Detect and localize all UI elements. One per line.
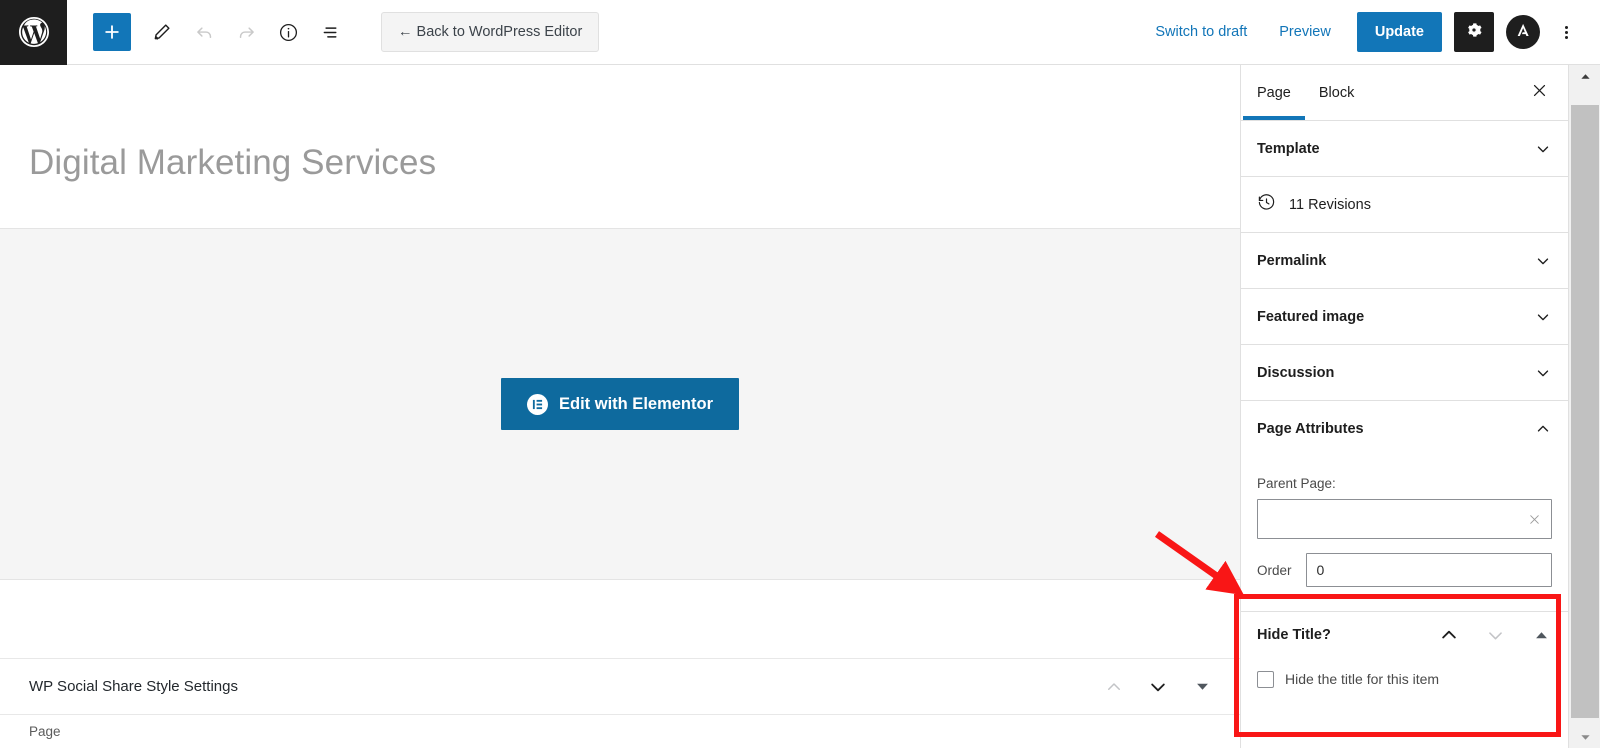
page-scrollbar[interactable] xyxy=(1568,65,1600,748)
hide-title-checkbox-label: Hide the title for this item xyxy=(1285,671,1440,687)
redo-button[interactable] xyxy=(225,11,267,53)
clear-x-icon[interactable] xyxy=(1528,513,1541,526)
wordpress-logo-button[interactable] xyxy=(0,0,67,65)
post-type-label: Page xyxy=(29,724,61,739)
panel-discussion-label: Discussion xyxy=(1257,364,1335,381)
toggle-panel-icon[interactable] xyxy=(1190,675,1214,699)
editor-toolbar: ← Back to WordPress Editor Switch to dra… xyxy=(0,0,1600,65)
kebab-menu-icon xyxy=(1564,24,1568,41)
scroll-up-arrow-icon[interactable] xyxy=(1569,65,1600,87)
revisions-clock-icon xyxy=(1257,193,1276,216)
scrollbar-thumb[interactable] xyxy=(1571,105,1599,718)
parent-page-label: Parent Page: xyxy=(1257,476,1336,491)
list-view-button[interactable] xyxy=(309,11,351,53)
more-options-button[interactable] xyxy=(1546,12,1586,52)
astra-avatar-icon xyxy=(1513,20,1533,45)
move-down-icon[interactable] xyxy=(1146,675,1170,699)
metabox-controls xyxy=(1102,675,1240,699)
gear-icon xyxy=(1464,20,1484,45)
page-title[interactable]: Digital Marketing Services xyxy=(29,143,436,183)
chevron-down-icon xyxy=(1534,252,1552,270)
metabox-title: WP Social Share Style Settings xyxy=(29,678,238,695)
elementor-placeholder-block: Edit with Elementor xyxy=(0,228,1240,580)
back-to-wordpress-editor-button[interactable]: ← Back to WordPress Editor xyxy=(381,12,600,52)
details-button[interactable] xyxy=(267,11,309,53)
revisions-label: 11 Revisions xyxy=(1289,196,1371,213)
order-input[interactable] xyxy=(1305,553,1552,587)
wordpress-logo-icon xyxy=(16,14,52,50)
hide-title-panel-header: Hide Title? xyxy=(1241,612,1568,658)
order-label: Order xyxy=(1257,562,1292,578)
chevron-down-icon xyxy=(1534,364,1552,382)
chevron-down-icon xyxy=(1534,308,1552,326)
panel-template[interactable]: Template xyxy=(1241,121,1568,177)
switch-to-draft-button[interactable]: Switch to draft xyxy=(1139,13,1263,51)
panel-page-attributes[interactable]: Page Attributes xyxy=(1241,401,1568,457)
elementor-logo-icon xyxy=(526,393,548,415)
close-icon xyxy=(1531,82,1548,104)
canvas-footer: Page xyxy=(0,715,1240,748)
panel-template-label: Template xyxy=(1257,140,1320,157)
panel-permalink-label: Permalink xyxy=(1257,252,1327,269)
toolbar-right-group: Switch to draft Preview Update xyxy=(1139,12,1600,52)
settings-sidebar: Page Block Template 11 Revisions Permali… xyxy=(1240,65,1568,748)
toggle-panel-icon[interactable] xyxy=(1530,624,1552,646)
close-sidebar-button[interactable] xyxy=(1524,78,1554,108)
editor-canvas: Digital Marketing Services Edit with Ele… xyxy=(0,65,1240,748)
panel-page-attributes-label: Page Attributes xyxy=(1257,421,1364,437)
panel-discussion[interactable]: Discussion xyxy=(1241,345,1568,401)
panel-permalink[interactable]: Permalink xyxy=(1241,233,1568,289)
order-field-row: Order xyxy=(1257,553,1552,587)
page-attributes-body: Parent Page: Order xyxy=(1241,457,1568,597)
chevron-down-icon xyxy=(1534,140,1552,158)
chevron-up-icon xyxy=(1534,420,1552,438)
panel-featured-image-label: Featured image xyxy=(1257,308,1365,325)
hide-title-checkbox[interactable] xyxy=(1257,670,1274,688)
toolbar-left-group: ← Back to WordPress Editor xyxy=(67,11,600,53)
update-button[interactable]: Update xyxy=(1356,12,1442,52)
edit-with-elementor-button[interactable]: Edit with Elementor xyxy=(500,378,739,430)
preview-button[interactable]: Preview xyxy=(1263,13,1347,51)
edit-tool-button[interactable] xyxy=(141,11,183,53)
panel-featured-image[interactable]: Featured image xyxy=(1241,289,1568,345)
tab-page[interactable]: Page xyxy=(1243,65,1305,120)
settings-button[interactable] xyxy=(1454,12,1494,52)
scroll-down-arrow-icon[interactable] xyxy=(1569,726,1600,748)
parent-page-select[interactable] xyxy=(1257,499,1552,539)
edit-with-elementor-label: Edit with Elementor xyxy=(558,394,713,413)
hide-title-heading: Hide Title? xyxy=(1257,627,1331,643)
wp-social-share-metabox: WP Social Share Style Settings xyxy=(0,658,1240,715)
back-button-label: ← Back to WordPress Editor xyxy=(398,24,583,40)
add-block-button[interactable] xyxy=(93,13,131,51)
hide-title-panel-body: Hide the title for this item xyxy=(1241,658,1568,700)
undo-button[interactable] xyxy=(183,11,225,53)
move-down-icon[interactable] xyxy=(1484,624,1506,646)
astra-avatar-button[interactable] xyxy=(1506,15,1540,49)
panel-revisions[interactable]: 11 Revisions xyxy=(1241,177,1568,233)
sidebar-tabs: Page Block xyxy=(1241,65,1568,121)
move-up-icon[interactable] xyxy=(1102,675,1126,699)
tab-block[interactable]: Block xyxy=(1305,65,1368,120)
hide-title-controls xyxy=(1438,624,1552,646)
wordpress-block-editor: ← Back to WordPress Editor Switch to dra… xyxy=(0,0,1600,748)
move-up-icon[interactable] xyxy=(1438,624,1460,646)
